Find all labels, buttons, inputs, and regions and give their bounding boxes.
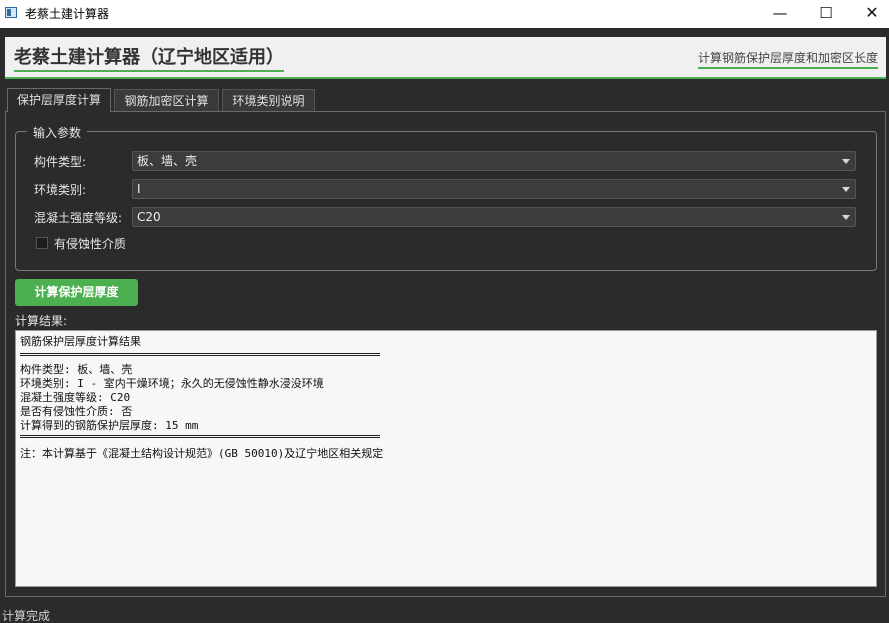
member-type-value: 板、墙、壳 bbox=[137, 154, 198, 168]
corrosive-medium-label[interactable]: 有侵蚀性介质 bbox=[54, 235, 126, 252]
app-window-icon bbox=[5, 7, 17, 18]
app-header-subtitle: 计算钢筋保护层厚度和加密区长度 bbox=[697, 51, 878, 69]
maximize-button[interactable]: ☐ bbox=[803, 0, 849, 28]
result-line: 是否有侵蚀性介质: 否 bbox=[20, 405, 133, 418]
result-label: 计算结果: bbox=[15, 314, 68, 328]
chevron-down-icon bbox=[842, 215, 850, 220]
result-textarea[interactable]: 钢筋保护层厚度计算结果 构件类型: 板、墙、壳 环境类别: I - 室内干燥环境… bbox=[15, 330, 877, 587]
concrete-grade-label: 混凝土强度等级: bbox=[34, 211, 123, 225]
tab-rebar-dense-zone[interactable]: 钢筋加密区计算 bbox=[114, 89, 219, 111]
window-title: 老蔡土建计算器 bbox=[25, 7, 110, 21]
result-line: 混凝土强度等级: C20 bbox=[20, 391, 131, 404]
app-header-title: 老蔡土建计算器（辽宁地区适用） bbox=[14, 48, 284, 72]
result-separator bbox=[20, 435, 380, 438]
concrete-grade-select[interactable]: C20 bbox=[132, 207, 856, 227]
chevron-down-icon bbox=[842, 159, 850, 164]
result-note: 注：本计算基于《混凝土结构设计规范》(GB 50010)及辽宁地区相关规定 bbox=[20, 447, 384, 460]
result-heading: 钢筋保护层厚度计算结果 bbox=[20, 335, 141, 348]
result-line: 构件类型: 板、墙、壳 bbox=[20, 363, 133, 376]
member-type-label: 构件类型: bbox=[34, 155, 87, 169]
env-class-value: I bbox=[137, 182, 141, 196]
tab-cover-thickness[interactable]: 保护层厚度计算 bbox=[7, 88, 111, 112]
status-bar-text: 计算完成 bbox=[2, 609, 51, 623]
result-line: 环境类别: I - 室内干燥环境；永久的无侵蚀性静水浸没环境 bbox=[20, 377, 324, 390]
chevron-down-icon bbox=[842, 187, 850, 192]
calculate-cover-button[interactable]: 计算保护层厚度 bbox=[15, 279, 138, 306]
result-separator bbox=[20, 353, 380, 356]
member-type-select[interactable]: 板、墙、壳 bbox=[132, 151, 856, 171]
app-header: 老蔡土建计算器（辽宁地区适用） 计算钢筋保护层厚度和加密区长度 bbox=[5, 37, 886, 79]
minimize-button[interactable]: — bbox=[757, 0, 803, 28]
result-line: 计算得到的钢筋保护层厚度: 15 mm bbox=[20, 419, 199, 432]
env-class-select[interactable]: I bbox=[132, 179, 856, 199]
window-titlebar: 老蔡土建计算器 — ☐ ✕ bbox=[0, 0, 889, 28]
concrete-grade-value: C20 bbox=[137, 210, 161, 224]
env-class-label: 环境类别: bbox=[34, 183, 87, 197]
tab-environment-class[interactable]: 环境类别说明 bbox=[222, 89, 315, 111]
corrosive-medium-checkbox[interactable] bbox=[36, 237, 48, 249]
close-button[interactable]: ✕ bbox=[849, 0, 889, 28]
input-params-legend: 输入参数 bbox=[27, 124, 88, 141]
